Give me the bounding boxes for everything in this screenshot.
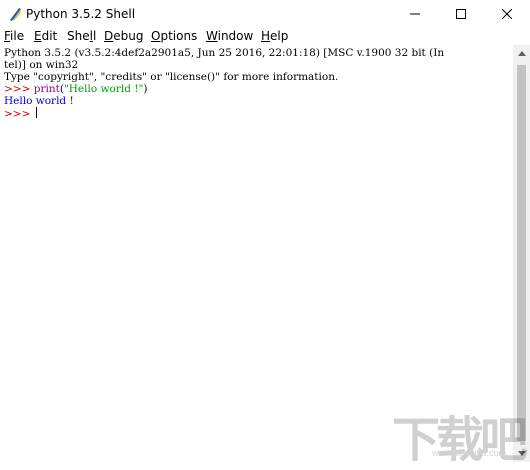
maximize-button[interactable] — [438, 0, 484, 28]
text-cursor — [35, 107, 37, 118]
input-line[interactable]: >>> — [4, 107, 37, 120]
output-line: Hello world ! — [4, 95, 74, 107]
close-button[interactable] — [484, 0, 530, 28]
title-bar[interactable]: Python 3.5.2 Shell — [0, 0, 530, 28]
menu-shell[interactable]: Shell — [67, 29, 96, 43]
menu-debug[interactable]: Debug — [104, 29, 143, 43]
prompt: >>> — [4, 83, 34, 95]
scrollbar-thumb[interactable] — [517, 65, 526, 441]
keyword: print — [33, 83, 60, 95]
string-literal: "Hello world !" — [63, 83, 144, 95]
banner-line: Type "copyright", "credits" or "license(… — [4, 71, 339, 83]
menu-window[interactable]: Window — [206, 29, 253, 43]
minimize-button[interactable] — [392, 0, 438, 28]
window-title: Python 3.5.2 Shell — [26, 7, 136, 21]
minimize-icon — [410, 13, 420, 15]
menu-bar: File Edit Shell Debug Options Window Hel… — [0, 28, 530, 46]
watermark-logo: 下载吧 www.xiazaiba.com — [392, 400, 528, 468]
menu-file[interactable]: File — [4, 29, 24, 43]
idle-shell-window: Python 3.5.2 Shell File Edit Shell Debug… — [0, 0, 530, 468]
close-icon — [502, 9, 512, 19]
menu-help[interactable]: Help — [261, 29, 288, 43]
python-feather-icon — [10, 8, 21, 21]
scroll-up-arrow-icon[interactable] — [513, 45, 530, 62]
menu-options[interactable]: Options — [151, 29, 197, 43]
banner-line: tel)] on win32 — [4, 59, 79, 71]
maximize-icon — [456, 9, 466, 19]
prompt: >>> — [4, 108, 34, 120]
banner-line: Python 3.5.2 (v3.5.2:4def2a2901a5, Jun 2… — [4, 47, 445, 59]
menu-edit[interactable]: Edit — [34, 29, 57, 43]
watermark-site: www.xiazaiba.com — [432, 448, 507, 458]
command-line: >>> print("Hello world !") — [4, 83, 148, 95]
watermark-text: 下载吧 — [392, 412, 528, 468]
